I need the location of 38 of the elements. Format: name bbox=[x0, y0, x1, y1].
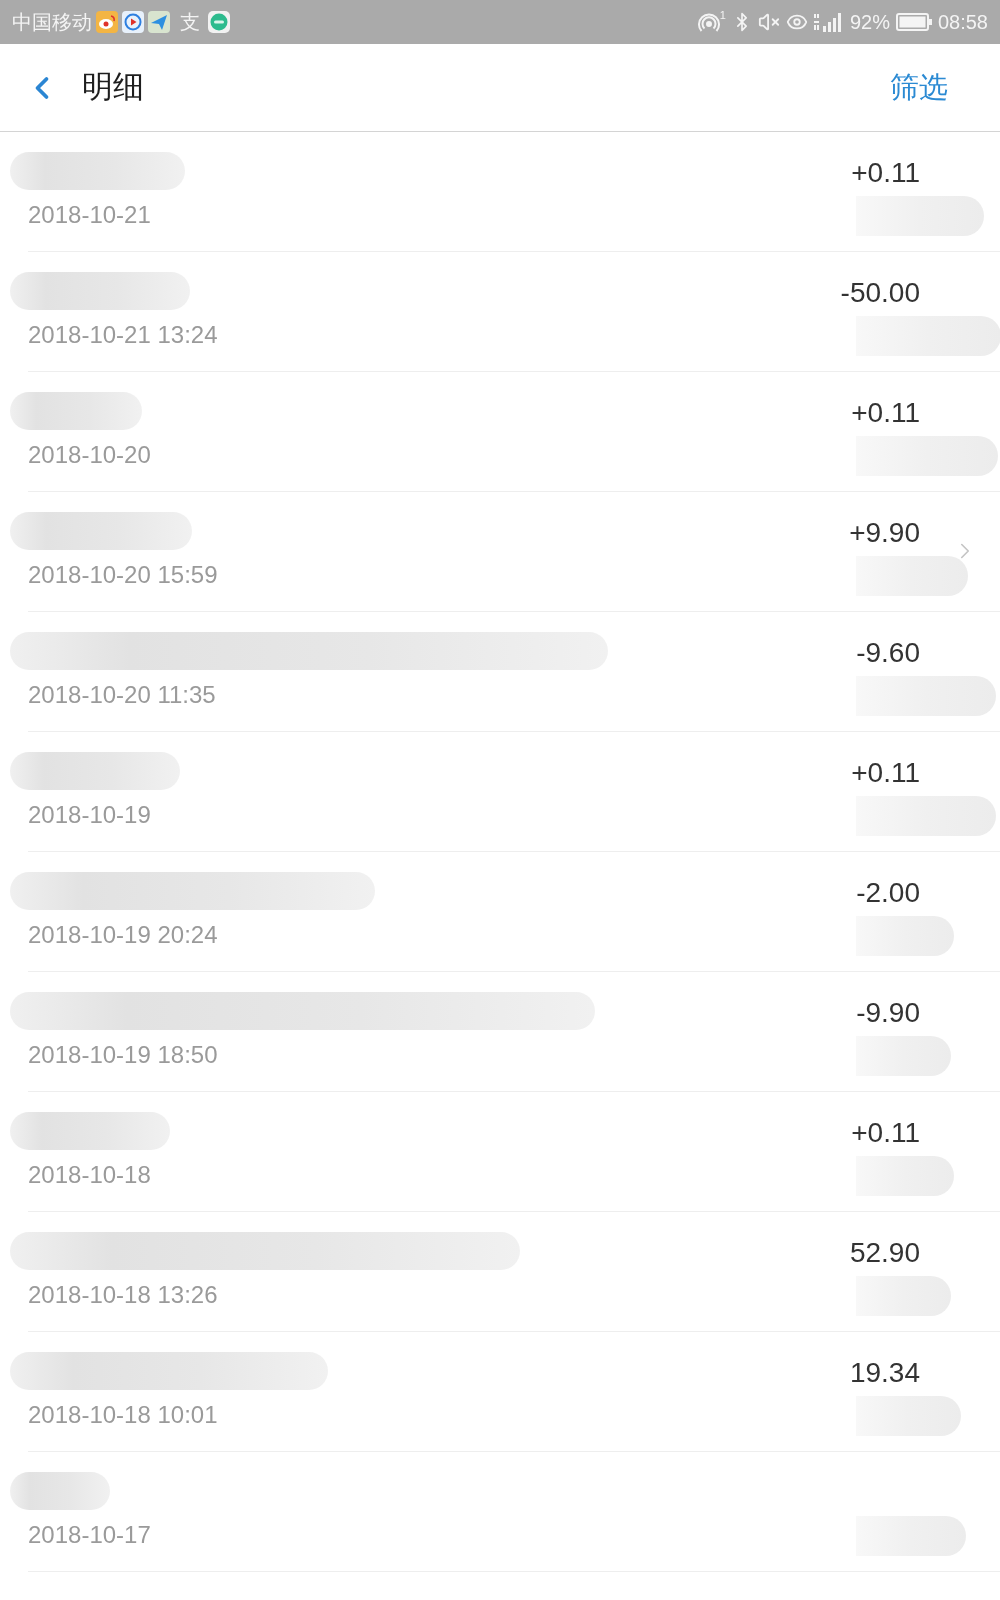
transaction-date: 2018-10-20 11:35 bbox=[28, 680, 217, 710]
transaction-date: 2018-10-21 bbox=[28, 200, 152, 230]
clock-time: 08:58 bbox=[937, 10, 988, 35]
transaction-amount: -50.00 bbox=[840, 276, 920, 310]
transaction-amount: +0.11 bbox=[851, 396, 920, 430]
transaction-amount: -2.00 bbox=[856, 876, 920, 910]
transaction-amount: 52.90 bbox=[849, 1236, 920, 1270]
transaction-amount: -9.60 bbox=[856, 636, 920, 670]
alipay-glyph: 支 bbox=[180, 10, 200, 35]
transaction-date: 2018-10-19 20:24 bbox=[28, 920, 219, 950]
transaction-date: 2018-10-17 bbox=[28, 1520, 151, 1550]
page-title: 明细 bbox=[82, 68, 144, 107]
paper-plane-notification-icon bbox=[148, 11, 170, 33]
transaction-date: 2018-10-18 bbox=[28, 1160, 152, 1190]
transaction-date: 2018-10-19 bbox=[28, 800, 152, 830]
transaction-date: 2018-10-21 13:24 bbox=[28, 320, 218, 350]
transaction-date: 2018-10-20 15:59 bbox=[28, 560, 218, 590]
weibo-notification-icon bbox=[96, 11, 118, 33]
hotspot-count: 1 bbox=[719, 9, 726, 21]
carrier-name: 中国移动 bbox=[12, 10, 92, 35]
battery-icon bbox=[895, 13, 932, 31]
app-notification-icon bbox=[208, 11, 230, 33]
transaction-date: 2018-10-18 13:26 bbox=[28, 1280, 219, 1310]
transaction-amount: +0.11 bbox=[851, 156, 920, 190]
transaction-date: 2018-10-20 bbox=[28, 440, 151, 470]
transaction-amount: +9.90 bbox=[849, 516, 920, 550]
transaction-amount: +0.11 bbox=[851, 756, 920, 790]
transaction-amount: +0.11 bbox=[851, 1116, 920, 1150]
transaction-date: 2018-10-19 18:50 bbox=[28, 1040, 219, 1070]
filter-button[interactable]: 筛选 bbox=[890, 65, 948, 110]
battery-percent: 92% bbox=[849, 10, 890, 35]
mute-icon bbox=[757, 11, 780, 33]
transaction-date: 2018-10-18 10:01 bbox=[28, 1400, 219, 1430]
play-notification-icon bbox=[122, 11, 144, 33]
hotspot-icon bbox=[697, 11, 720, 33]
transaction-amount: -9.90 bbox=[856, 996, 920, 1030]
transaction-amount: 19.34 bbox=[849, 1356, 920, 1390]
signal-icon bbox=[813, 12, 844, 32]
